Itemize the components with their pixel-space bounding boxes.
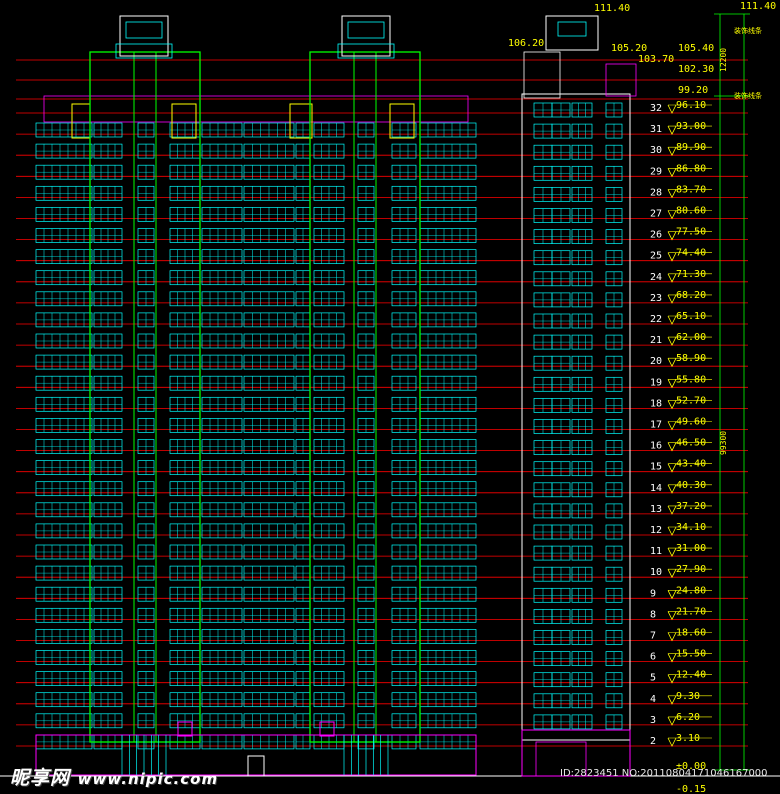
floor-level: 27.90: [676, 564, 706, 575]
floor-number: 13: [650, 504, 662, 515]
floor-number: 30: [650, 145, 662, 156]
floor-level: 89.90: [676, 142, 706, 153]
floor-level: 3.10: [676, 733, 700, 744]
floor-level: 93.00: [676, 121, 706, 132]
floor-number: 31: [650, 124, 662, 135]
level-left-tower-label: 106.20: [508, 38, 544, 49]
floor-number: 15: [650, 462, 662, 473]
floor-number: 4: [650, 694, 656, 705]
floor-level: 96.10: [676, 100, 706, 111]
floor-level: 58.90: [676, 353, 706, 364]
floor-level: 65.10: [676, 311, 706, 322]
dim-total-label: 99300: [719, 431, 728, 455]
floor-level: 83.70: [676, 184, 706, 195]
floor-number: 10: [650, 567, 662, 578]
floor-number: 22: [650, 314, 662, 325]
floor-number: 18: [650, 398, 662, 409]
watermark-id: ID:2823451 NO:20110804171046167000: [560, 768, 768, 779]
floor-level: 12.40: [676, 670, 706, 681]
floor-number: 25: [650, 251, 662, 262]
floor-number: 11: [650, 546, 662, 557]
floor-level: 24.80: [676, 585, 706, 596]
floor-number: 3: [650, 715, 656, 726]
floor-number: 32: [650, 103, 662, 114]
floor-number: 29: [650, 166, 662, 177]
floor-number: 28: [650, 187, 662, 198]
note-middle: 装饰线条: [734, 91, 762, 100]
watermark-url: www.nipic.com: [77, 770, 219, 788]
elevation-drawing: 2 3.10 3 6.20 4 9.30 5 12.40 6 15.50 7 18.60 8 21.70 9…: [0, 0, 780, 794]
floor-number: 7: [650, 631, 656, 642]
floor-number: 6: [650, 652, 656, 663]
level-top-label: 111.40: [594, 3, 630, 14]
floor-level: 46.50: [676, 438, 706, 449]
floor-number: 27: [650, 209, 662, 220]
floor-number: 26: [650, 230, 662, 241]
floor-number: 9: [650, 588, 656, 599]
floor-level: 49.60: [676, 417, 706, 428]
floor-level: 80.60: [676, 206, 706, 217]
floor-number: 14: [650, 483, 662, 494]
floor-level: 37.20: [676, 501, 706, 512]
floor-level: 55.80: [676, 374, 706, 385]
floor-number: 21: [650, 335, 662, 346]
floor-level: 9.30: [676, 691, 700, 702]
floor-number: 5: [650, 673, 656, 684]
level-machine-room-label: 103.70: [638, 54, 674, 65]
note-top: 装饰线条: [734, 26, 762, 35]
level-stair-roof-label: 105.20: [611, 43, 647, 54]
watermark-logo-text: 昵享网: [10, 767, 71, 789]
floor-level: 86.80: [676, 163, 706, 174]
floor-level: 18.60: [676, 628, 706, 639]
level-roof-upper-label: 105.40: [678, 43, 714, 54]
floor-level: 6.20: [676, 712, 700, 723]
floor-number: 19: [650, 377, 662, 388]
floor-number: 12: [650, 525, 662, 536]
floor-level: 31.00: [676, 543, 706, 554]
level-below-ground-label: -0.15: [676, 784, 706, 794]
floor-number: 8: [650, 609, 656, 620]
floor-level: 21.70: [676, 606, 706, 617]
level-parapet-label: 99.20: [678, 85, 708, 96]
floor-number: 17: [650, 420, 662, 431]
floor-number: 24: [650, 272, 662, 283]
floor-number: 2: [650, 736, 656, 747]
watermark-logo: 昵享网 www.nipic.com: [10, 763, 218, 790]
floor-level: 52.70: [676, 395, 706, 406]
floor-level: 74.40: [676, 248, 706, 259]
floor-level: 71.30: [676, 269, 706, 280]
floor-level: 77.50: [676, 227, 706, 238]
floor-level: 15.50: [676, 649, 706, 660]
floor-level: 34.10: [676, 522, 706, 533]
floor-number: 20: [650, 356, 662, 367]
floor-level: 43.40: [676, 459, 706, 470]
level-roof-label: 102.30: [678, 64, 714, 75]
dim-top-label: 12200: [719, 48, 728, 72]
floor-number: 16: [650, 441, 662, 452]
floor-level: 40.30: [676, 480, 706, 491]
floor-number: 23: [650, 293, 662, 304]
floor-level: 68.20: [676, 290, 706, 301]
floor-level: 62.00: [676, 332, 706, 343]
level-top-right-label: 111.40: [740, 1, 776, 12]
